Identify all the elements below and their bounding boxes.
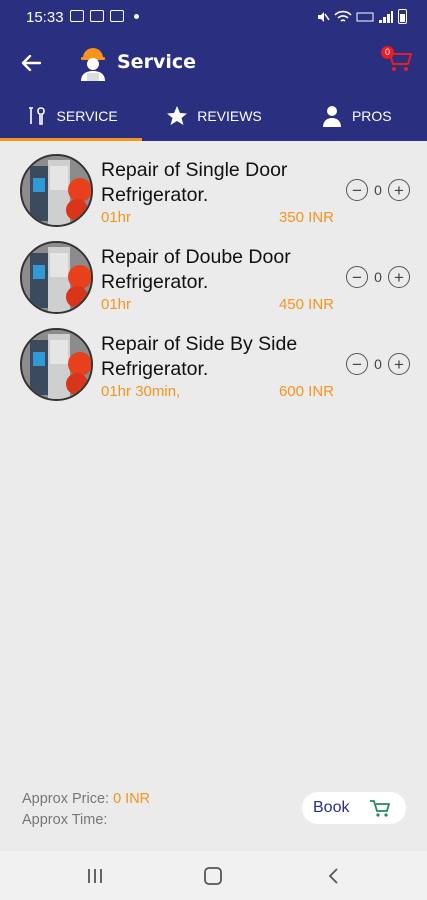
minus-button[interactable]: − (346, 179, 368, 201)
tools-icon (25, 104, 49, 128)
worker-icon (81, 48, 105, 81)
star-icon (165, 104, 189, 128)
recent-apps-button[interactable] (80, 863, 110, 889)
approx-time-row: Approx Time: (22, 810, 150, 831)
approx-price-label: Approx Price: (22, 791, 110, 807)
service-title: Repair of Side By Side Refrigerator. (101, 333, 298, 380)
recent-apps-icon (88, 869, 102, 883)
service-duration: 01hr (101, 296, 132, 313)
refrigerator-thumbnail (20, 154, 93, 227)
service-price: 600 INR (278, 383, 334, 400)
status-bar: 15:33 (0, 0, 427, 36)
service-price: 350 INR (278, 209, 334, 226)
home-button[interactable] (198, 863, 228, 889)
plus-button[interactable]: + (388, 266, 410, 288)
mail-icon (90, 10, 104, 22)
tab-service[interactable]: SERVICE (0, 90, 143, 141)
signal-icon (379, 10, 393, 23)
tab-reviews[interactable]: REVIEWS (142, 90, 284, 141)
book-label: Book (313, 799, 350, 816)
minus-button[interactable]: − (346, 353, 368, 375)
back-button[interactable] (14, 46, 48, 80)
dot-icon (134, 13, 139, 19)
minus-button[interactable]: − (346, 266, 368, 288)
back-nav-button[interactable] (318, 863, 348, 889)
service-price: 450 INR (278, 296, 334, 313)
home-icon (204, 867, 222, 885)
quantity-stepper: − 0 + (346, 266, 410, 288)
status-time: 15:33 (26, 9, 64, 26)
page-title: Service (117, 51, 196, 73)
service-title: Repair of Doube Door Refrigerator. (101, 246, 291, 293)
plus-button[interactable]: + (388, 179, 410, 201)
image-icon (70, 10, 84, 22)
wifi-icon (334, 10, 352, 22)
list-item[interactable]: Repair of Side By Side Refrigerator. 01h… (0, 322, 427, 409)
volte-icon (356, 12, 374, 21)
cart-count-badge: 0 (381, 46, 394, 59)
service-list: Repair of Single Door Refrigerator. 01hr… (0, 148, 427, 409)
tab-label: REVIEWS (197, 107, 262, 124)
approx-summary: Approx Price: 0 INR Approx Time: (22, 789, 150, 831)
chevron-left-icon (328, 868, 338, 884)
arrow-left-icon (21, 55, 41, 71)
cart-button[interactable]: 0 (381, 44, 413, 76)
system-nav-bar (0, 851, 427, 900)
cart-icon (370, 800, 391, 817)
service-title: Repair of Single Door Refrigerator. (101, 159, 288, 206)
list-item[interactable]: Repair of Single Door Refrigerator. 01hr… (0, 148, 427, 235)
battery-icon (398, 9, 407, 24)
plus-button[interactable]: + (388, 353, 410, 375)
approx-price-value: 0 INR (109, 791, 151, 807)
service-duration: 01hr (101, 209, 132, 226)
tab-label: PROS (351, 107, 392, 124)
quantity-value: 0 (374, 182, 382, 198)
tab-bar: SERVICE REVIEWS PROS (0, 90, 427, 141)
tab-label: SERVICE (56, 107, 118, 124)
person-icon (320, 104, 344, 128)
quantity-value: 0 (374, 356, 382, 372)
approx-time-label: Approx Time: (22, 812, 108, 828)
book-button[interactable]: Book (302, 792, 406, 824)
tab-pros[interactable]: PROS (285, 90, 427, 141)
app-bar: Service 0 (0, 36, 427, 90)
mail-icon (110, 10, 124, 22)
refrigerator-thumbnail (20, 241, 93, 314)
approx-price-row: Approx Price: 0 INR (22, 789, 150, 810)
service-duration: 01hr 30min, (101, 383, 181, 400)
quantity-stepper: − 0 + (346, 353, 410, 375)
quantity-value: 0 (374, 269, 382, 285)
mute-icon (318, 11, 330, 22)
list-item[interactable]: Repair of Doube Door Refrigerator. 01hr … (0, 235, 427, 322)
refrigerator-thumbnail (20, 328, 93, 401)
quantity-stepper: − 0 + (346, 179, 410, 201)
